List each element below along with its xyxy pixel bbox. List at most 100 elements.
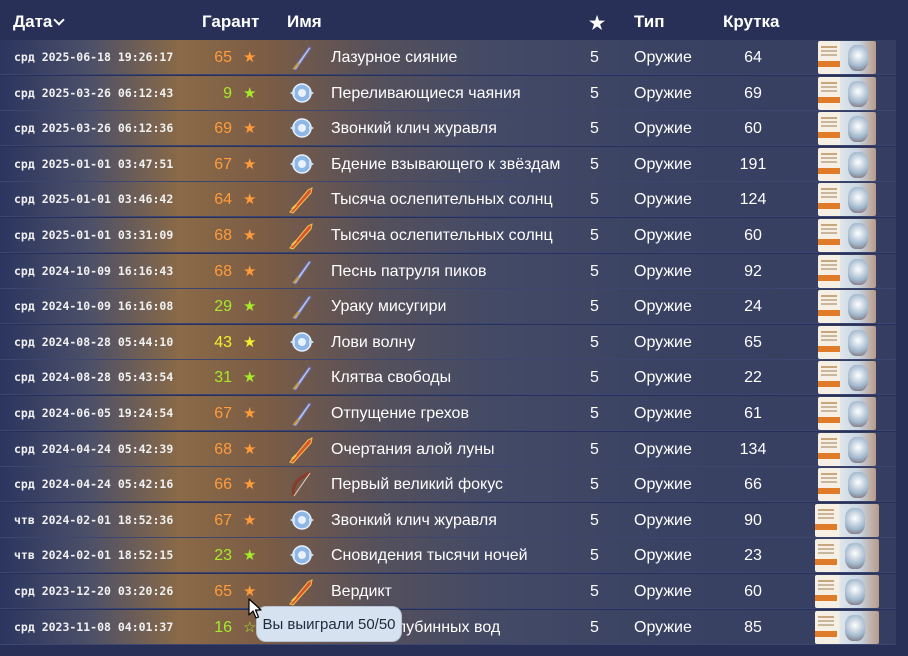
catalyst-icon: [286, 78, 318, 109]
row-pity: 69: [214, 120, 232, 138]
column-header-name[interactable]: Имя: [287, 12, 322, 32]
table-row[interactable]: срд 2024-04-24 05:42:39 68 ★ Очертания алой…: [0, 431, 896, 467]
pity-star-icon[interactable]: ★: [243, 360, 256, 395]
pity-star-icon[interactable]: ★: [243, 289, 256, 324]
row-pity: 66: [214, 476, 232, 494]
pity-star-icon[interactable]: ★: [243, 503, 256, 538]
table-row[interactable]: срд 2025-01-01 03:31:09 68 ★ Тысяча ослепит…: [0, 218, 896, 253]
row-item-name: Тысяча ослепительных солнц: [331, 227, 553, 244]
row-type: Оружие: [634, 84, 692, 102]
pity-star-icon[interactable]: ★: [243, 182, 256, 217]
pity-star-icon[interactable]: ★: [243, 325, 256, 360]
chevron-down-icon[interactable]: [53, 14, 66, 26]
row-item-name: Отпущение грехов: [331, 405, 469, 422]
table-row[interactable]: срд 2024-08-28 05:44:10 43 ★ Лови волну 5 Ору…: [0, 324, 896, 360]
table-row[interactable]: срд 2024-10-09 16:16:08 29 ★ Ураку мисугири…: [0, 289, 896, 325]
row-rarity: 5: [590, 49, 599, 66]
pity-star-icon[interactable]: ★: [243, 40, 256, 75]
banner-thumbnail[interactable]: [818, 147, 876, 181]
table-row[interactable]: срд 2024-06-05 19:24:54 67 ★ Отпущение грех…: [0, 396, 896, 431]
column-header-garant[interactable]: Гарант: [202, 12, 259, 32]
pity-star-icon[interactable]: ★: [243, 218, 256, 253]
pity-star-icon[interactable]: ★: [243, 396, 256, 431]
row-pity: 67: [214, 511, 232, 529]
table-row[interactable]: срд 2025-03-26 06:12:43 9 ★ Переливающиеся …: [0, 75, 896, 111]
row-rarity: 5: [590, 369, 599, 387]
sword-icon: [286, 42, 318, 73]
claymore-icon: [286, 434, 318, 465]
banner-thumbnail[interactable]: [815, 610, 879, 644]
row-roll: 60: [744, 227, 762, 244]
row-item-name: Первый великий фокус: [331, 476, 504, 494]
column-header-roll[interactable]: Крутка: [723, 12, 780, 32]
row-type: Оружие: [634, 49, 692, 66]
banner-thumbnail[interactable]: [815, 503, 879, 537]
table-row[interactable]: срд 2024-10-09 16:16:43 68 ★ Песнь патруля …: [0, 253, 896, 289]
pity-star-icon[interactable]: ★: [243, 76, 256, 111]
bow-icon: [286, 469, 318, 500]
row-date: срд 2024-06-05 19:24:54: [14, 406, 174, 420]
pity-star-icon[interactable]: ★: [243, 538, 256, 573]
banner-thumbnail[interactable]: [818, 219, 876, 252]
pity-star-icon[interactable]: ★: [243, 254, 256, 289]
row-roll: 69: [744, 84, 762, 102]
pity-star-icon[interactable]: ★: [243, 147, 256, 182]
pity-star-icon[interactable]: ★: [243, 111, 256, 146]
row-type: Оружие: [634, 511, 692, 529]
banner-thumbnail[interactable]: [815, 539, 879, 573]
column-header-date[interactable]: Дата: [13, 12, 66, 32]
banner-thumbnail[interactable]: [815, 575, 879, 608]
column-header-type[interactable]: Тип: [634, 12, 664, 32]
tooltip: Вы выиграли 50/50: [256, 606, 402, 642]
banner-thumbnail[interactable]: [818, 112, 876, 146]
table-row[interactable]: срд 2024-04-24 05:42:16 66 ★ Первый великий…: [0, 467, 896, 503]
table-row[interactable]: срд 2023-11-08 04:01:37 16 ☆ Сияние глубинн…: [0, 609, 896, 645]
table-row[interactable]: чтв 2024-02-01 18:52:15 23 ★ Сновидения тыс…: [0, 538, 896, 574]
row-item-name: Переливающиеся чаяния: [331, 84, 521, 102]
row-item-name: Очертания алой луны: [331, 440, 495, 458]
row-rarity: 5: [590, 227, 599, 244]
row-type: Оружие: [634, 333, 692, 351]
banner-thumbnail[interactable]: [818, 432, 876, 466]
row-date: срд 2023-11-08 04:01:37: [14, 619, 174, 634]
row-pity: 65: [214, 583, 232, 600]
table-row[interactable]: чтв 2024-02-01 18:52:36 67 ★ Звонкий клич ж…: [0, 502, 896, 538]
row-roll: 60: [744, 583, 762, 600]
banner-thumbnail[interactable]: [818, 183, 876, 217]
banner-thumbnail[interactable]: [818, 325, 876, 359]
row-rarity: 5: [590, 333, 599, 351]
banner-thumbnail[interactable]: [818, 397, 876, 430]
banner-thumbnail[interactable]: [818, 468, 876, 502]
row-roll: 85: [744, 618, 762, 636]
pity-star-icon[interactable]: ★: [243, 432, 256, 467]
table-row[interactable]: срд 2024-08-28 05:43:54 31 ★ Клятва свободы…: [0, 360, 896, 396]
column-header-rarity-star-icon[interactable]: ★: [589, 13, 605, 34]
row-roll: 22: [744, 369, 762, 387]
row-date: срд 2025-01-01 03:31:09: [14, 228, 174, 242]
banner-thumbnail[interactable]: [818, 254, 876, 288]
catalyst-icon: [286, 540, 318, 571]
row-rarity: 5: [590, 262, 599, 280]
row-rarity: 5: [590, 298, 599, 316]
table-row[interactable]: срд 2025-01-01 03:47:51 67 ★ Бдение взывающ…: [0, 146, 896, 182]
row-rarity: 5: [590, 511, 599, 529]
row-pity: 29: [214, 298, 232, 316]
table-row[interactable]: срд 2025-03-26 06:12:36 69 ★ Звонкий клич ж…: [0, 111, 896, 147]
banner-thumbnail[interactable]: [818, 76, 876, 110]
pity-star-icon[interactable]: ★: [243, 467, 256, 502]
banner-thumbnail[interactable]: [818, 361, 876, 395]
row-type: Оружие: [634, 583, 692, 600]
table-row[interactable]: срд 2025-06-18 19:26:17 65 ★ Лазурное сияни…: [0, 40, 896, 75]
row-item-name: Лазурное сияние: [331, 49, 458, 66]
mouse-cursor-icon: [248, 598, 262, 619]
row-pity: 23: [214, 547, 232, 565]
row-date: срд 2024-10-09 16:16:43: [14, 263, 174, 278]
banner-thumbnail[interactable]: [818, 290, 876, 324]
row-date: срд 2024-08-28 05:44:10: [14, 334, 174, 349]
row-date: срд 2024-10-09 16:16:08: [14, 299, 174, 314]
table-row[interactable]: срд 2023-12-20 03:20:26 65 ★ Вердикт 5 Оружие…: [0, 574, 896, 609]
table-row[interactable]: срд 2025-01-01 03:46:42 64 ★ Тысяча ослепит…: [0, 182, 896, 218]
banner-thumbnail[interactable]: [818, 41, 876, 74]
row-date: чтв 2024-02-01 18:52:15: [14, 548, 174, 563]
row-type: Оружие: [634, 262, 692, 280]
